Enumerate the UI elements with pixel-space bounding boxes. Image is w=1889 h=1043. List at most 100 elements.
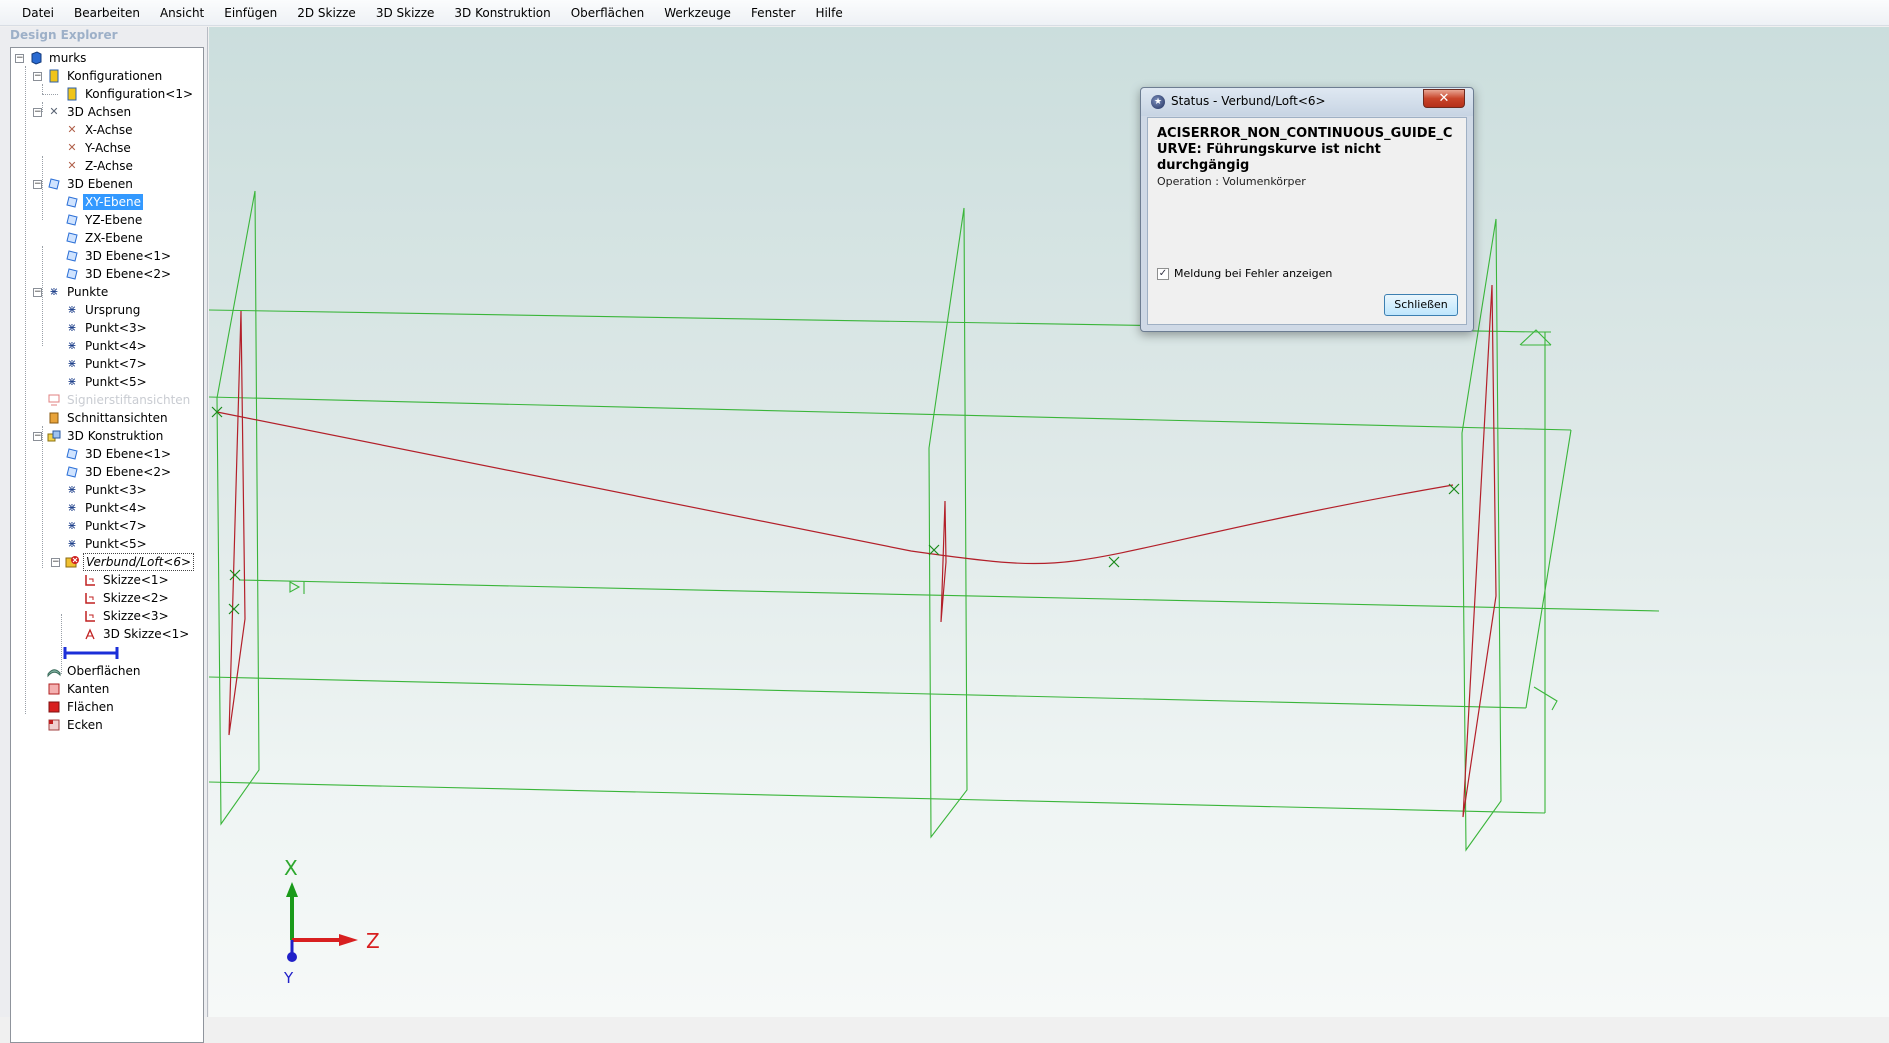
tree-item-skizze-1[interactable]: Skizze<1> — [83, 571, 171, 589]
menu-ansicht[interactable]: Ansicht — [150, 0, 214, 26]
tree-item-y-achse[interactable]: ✕ Y-Achse — [65, 139, 133, 157]
design-explorer-panel: Design Explorer − murks − Konfiguratione… — [0, 27, 208, 1043]
tree-item-skizze-3[interactable]: Skizze<3> — [83, 607, 171, 625]
construction-icon — [47, 429, 61, 443]
3d-sketch-icon — [83, 627, 97, 641]
dialog-titlebar[interactable]: ★ Status - Verbund/Loft<6> ✕ — [1141, 88, 1473, 116]
plane-edge — [1525, 429, 1572, 709]
menu-3d-konstruktion[interactable]: 3D Konstruktion — [444, 0, 560, 26]
tree-item-3d-ebenen[interactable]: − 3D Ebenen — [33, 175, 135, 193]
tree-root[interactable]: − murks — [15, 49, 88, 67]
tree-item-flaechen[interactable]: Flächen — [47, 698, 116, 716]
plane-icon — [65, 447, 79, 461]
wireframe-scene: X Z Y — [209, 190, 1660, 987]
tree-label: Punkte — [67, 285, 109, 299]
tree-item-3d-skizze-1[interactable]: 3D Skizze<1> — [83, 625, 191, 643]
tree-label: Y-Achse — [85, 141, 131, 155]
tree-item-punkt-3[interactable]: ⋇ Punkt<3> — [65, 319, 149, 337]
collapse-icon[interactable]: − — [51, 557, 60, 567]
collapse-icon[interactable]: − — [33, 107, 42, 117]
menu-werkzeuge[interactable]: Werkzeuge — [654, 0, 741, 26]
triad-label-x: X — [284, 856, 298, 880]
tree-item-schnittansichten[interactable]: Schnittansichten — [47, 409, 170, 427]
tree-item-k-ebene-1[interactable]: 3D Ebene<1> — [65, 445, 173, 463]
markup-icon — [47, 393, 61, 407]
tree-item-ursprung[interactable]: ⋇ Ursprung — [65, 301, 142, 319]
triad-label-z: Z — [366, 929, 380, 953]
menu-bearbeiten[interactable]: Bearbeiten — [64, 0, 150, 26]
tree-item-3d-ebene-2[interactable]: 3D Ebene<2> — [65, 265, 173, 283]
tree-item-konfigurationen[interactable]: − Konfigurationen — [33, 67, 164, 85]
tree-label: Konfigurationen — [67, 69, 163, 83]
3d-viewport[interactable]: X Z Y — [209, 27, 1889, 1017]
menu-hilfe[interactable]: Hilfe — [805, 0, 852, 26]
tree-item-3d-konstruktion[interactable]: − 3D Konstruktion — [33, 427, 165, 445]
tree-item-punkt-4[interactable]: ⋇ Punkt<4> — [65, 337, 149, 355]
dialog-title: Status - Verbund/Loft<6> — [1171, 94, 1326, 108]
tree-item-3d-ebene-1[interactable]: 3D Ebene<1> — [65, 247, 173, 265]
tree-label: 3D Ebene<2> — [85, 267, 172, 281]
collapse-icon[interactable]: − — [33, 71, 42, 81]
tree-item-kanten[interactable]: Kanten — [47, 680, 111, 698]
close-button[interactable]: Schließen — [1384, 294, 1458, 316]
status-dialog: ★ Status - Verbund/Loft<6> ✕ ACISERROR_N… — [1140, 87, 1474, 332]
collapse-icon[interactable]: − — [33, 287, 42, 297]
tree-item-3d-achsen[interactable]: − ✕ 3D Achsen — [33, 103, 133, 121]
menu-3d-skizze[interactable]: 3D Skizze — [366, 0, 445, 26]
tree-item-k-ebene-2[interactable]: 3D Ebene<2> — [65, 463, 173, 481]
axis-icon: ✕ — [49, 105, 59, 118]
axis-icon: ✕ — [67, 159, 77, 172]
tree-item-yz-ebene[interactable]: YZ-Ebene — [65, 211, 144, 229]
triad-label-y: Y — [283, 969, 294, 987]
tree-label: Schnittansichten — [67, 411, 168, 425]
tree-label: Skizze<1> — [103, 573, 169, 587]
tree-item-punkt-5[interactable]: ⋇ Punkt<5> — [65, 373, 149, 391]
tree-item-k-punkt-5[interactable]: ⋇ Punkt<5> — [65, 535, 149, 553]
menu-einfuegen[interactable]: Einfügen — [214, 0, 287, 26]
collapse-icon[interactable]: − — [15, 53, 24, 63]
tree-label: ZX-Ebene — [85, 231, 143, 245]
tree-item-oberflaechen[interactable]: Oberflächen — [47, 662, 142, 680]
menu-oberflaechen[interactable]: Oberflächen — [561, 0, 654, 26]
tree-item-k-punkt-7[interactable]: ⋇ Punkt<7> — [65, 517, 149, 535]
tree-label-disabled: Signierstiftansichten — [67, 393, 191, 407]
collapse-icon[interactable]: − — [33, 179, 42, 189]
menu-2d-skizze[interactable]: 2D Skizze — [287, 0, 366, 26]
collapse-icon[interactable]: − — [33, 431, 42, 441]
tree-item-punkte[interactable]: − ⋇ Punkte — [33, 283, 110, 301]
feature-tree: − murks − Konfigurationen Konfiguration<… — [10, 47, 204, 1043]
tree-item-konfiguration1[interactable]: Konfiguration<1> — [65, 85, 195, 103]
plane-icon — [65, 267, 79, 281]
menu-bar: Datei Bearbeiten Ansicht Einfügen 2D Ski… — [0, 0, 1889, 26]
tree-label: Punkt<3> — [85, 483, 147, 497]
profile-middle — [940, 500, 947, 623]
menu-fenster[interactable]: Fenster — [741, 0, 806, 26]
menu-datei[interactable]: Datei — [12, 0, 64, 26]
tree-item-z-achse[interactable]: ✕ Z-Achse — [65, 157, 135, 175]
tree-item-zx-ebene[interactable]: ZX-Ebene — [65, 229, 145, 247]
tree-item-skizze-2[interactable]: Skizze<2> — [83, 589, 171, 607]
tree-item-verbund-loft-6[interactable]: − Verbund/Loft<6> — [51, 553, 195, 571]
point-icon: ⋇ — [67, 303, 77, 316]
tree-label: Ursprung — [85, 303, 141, 317]
tree-item-k-punkt-3[interactable]: ⋇ Punkt<3> — [65, 481, 149, 499]
tree-item-xy-ebene[interactable]: XY-Ebene — [65, 193, 144, 211]
tree-item-x-achse[interactable]: ✕ X-Achse — [65, 121, 135, 139]
tree-label: Kanten — [67, 682, 110, 696]
rollback-bar[interactable] — [63, 646, 119, 660]
plane-left — [216, 190, 260, 826]
close-icon[interactable]: ✕ — [1423, 89, 1465, 108]
tree-item-ecken[interactable]: Ecken — [47, 716, 105, 734]
plane-icon — [65, 213, 79, 227]
sketch-icon — [83, 573, 97, 587]
tree-item-punkt-7[interactable]: ⋇ Punkt<7> — [65, 355, 149, 373]
checkbox-label[interactable]: Meldung bei Fehler anzeigen — [1174, 267, 1332, 280]
point-icon: ⋇ — [67, 483, 77, 496]
app-icon: ★ — [1151, 95, 1165, 109]
tree-item-signierstiftansichten[interactable]: Signierstiftansichten — [47, 391, 192, 409]
show-errors-checkbox[interactable]: ✓ — [1157, 268, 1169, 280]
profile-left — [228, 310, 246, 736]
explorer-title: Design Explorer — [10, 28, 118, 42]
tree-item-k-punkt-4[interactable]: ⋇ Punkt<4> — [65, 499, 149, 517]
plane-edge — [209, 676, 1527, 709]
